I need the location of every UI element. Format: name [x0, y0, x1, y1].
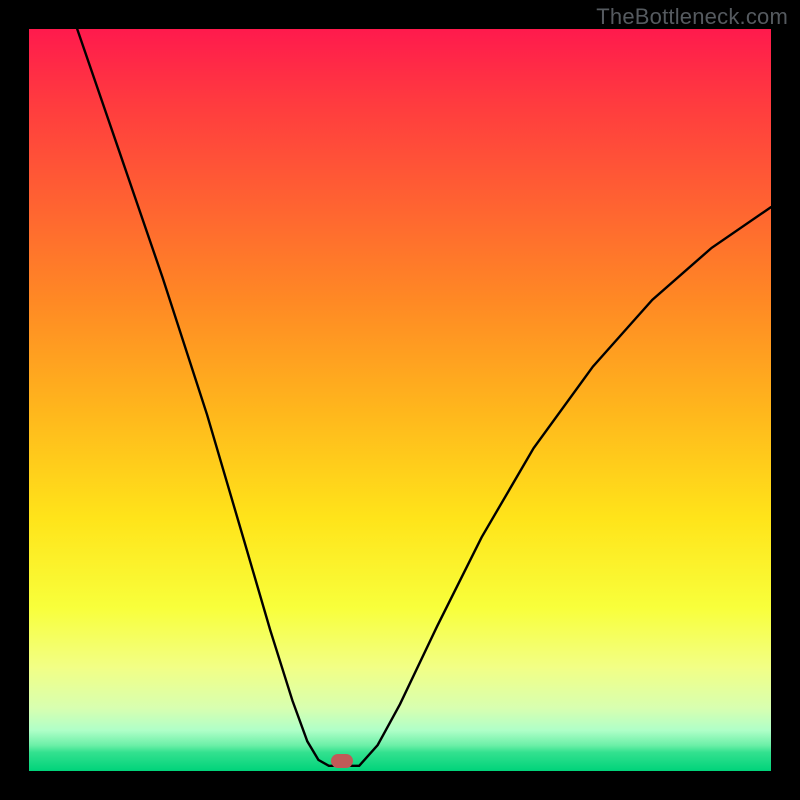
bottleneck-marker	[331, 754, 353, 768]
chart-frame: TheBottleneck.com	[0, 0, 800, 800]
bottleneck-curve	[29, 29, 771, 771]
curve-path	[77, 29, 771, 766]
watermark-text: TheBottleneck.com	[596, 4, 788, 30]
